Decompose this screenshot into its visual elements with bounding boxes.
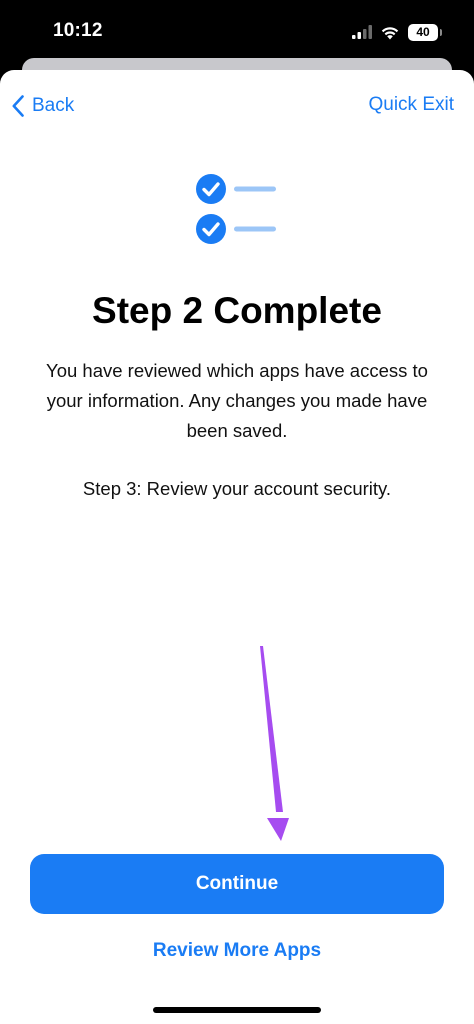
wifi-icon <box>381 26 399 39</box>
review-more-apps-button[interactable]: Review More Apps <box>0 940 474 962</box>
back-button[interactable]: Back <box>12 94 74 118</box>
status-icons: 40 <box>352 22 442 42</box>
battery-icon: 40 <box>408 23 442 41</box>
back-label: Back <box>32 95 75 116</box>
status-time: 10:12 <box>53 20 103 41</box>
modal-sheet: Back Quick Exit Step 2 Complete You have… <box>0 70 474 1024</box>
next-step-text: Step 3: Review your account security. <box>82 478 392 499</box>
description-text: You have reviewed which apps have access… <box>46 360 428 441</box>
continue-button[interactable]: Continue <box>30 854 444 914</box>
quick-exit-button[interactable]: Quick Exit <box>368 94 454 116</box>
battery-level: 40 <box>416 25 430 39</box>
home-indicator <box>153 1007 321 1013</box>
continue-label: Continue <box>195 873 279 894</box>
checklist-icon <box>196 174 276 244</box>
cellular-signal-icon <box>352 25 372 39</box>
status-bar: 10:12 40 <box>0 0 474 62</box>
chevron-left-icon <box>12 95 24 117</box>
page-title: Step 2 Complete <box>92 290 382 331</box>
